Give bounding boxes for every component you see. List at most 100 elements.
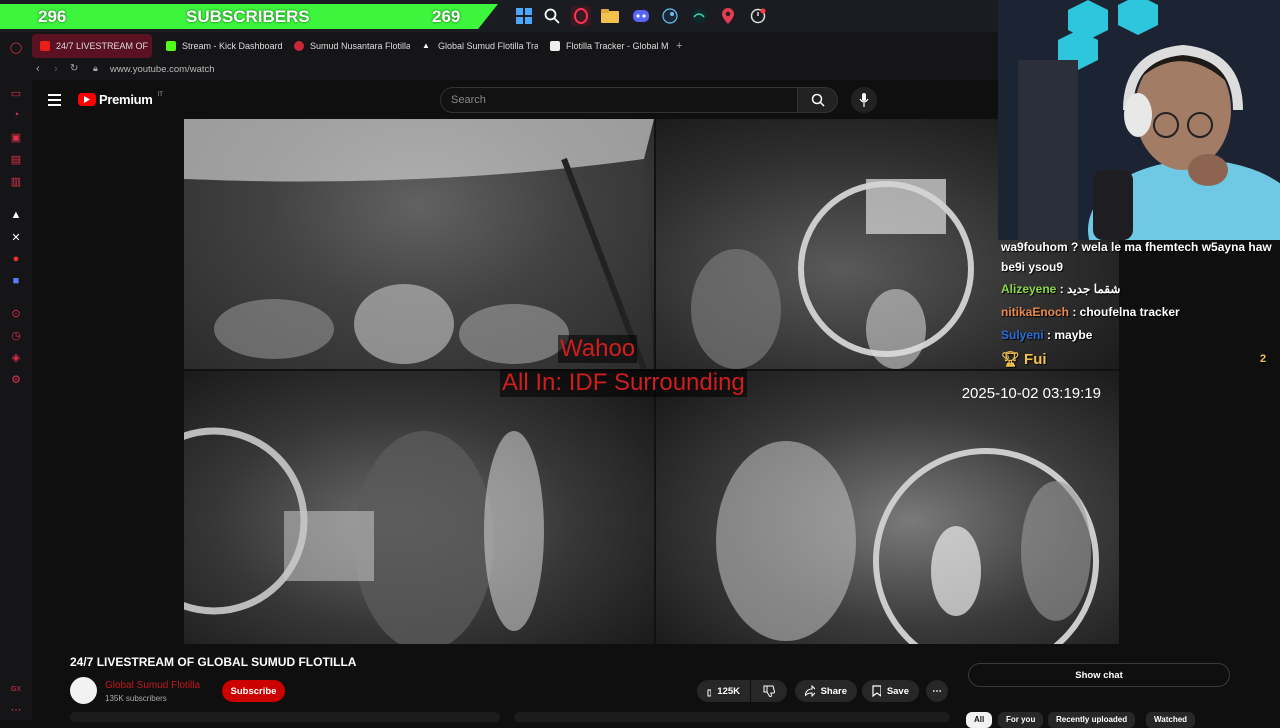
messenger-icon[interactable]: ▤ — [9, 152, 23, 166]
speed-dial-icon[interactable]: ◔ — [9, 108, 23, 122]
save-button[interactable]: Save — [862, 680, 919, 702]
camera-feed-3 — [184, 371, 654, 644]
clock-sidebar-icon[interactable]: ◷ — [9, 328, 23, 342]
top-chatter-name: Fui — [1024, 350, 1047, 368]
subscriber-left-count: 296 — [38, 7, 67, 26]
reload-icon[interactable]: ↻ — [70, 63, 78, 74]
camera-feed-4 — [656, 371, 1119, 644]
forward-icon[interactable]: › — [54, 63, 58, 75]
kick-icon[interactable]: ▲ — [9, 208, 23, 222]
chat-message: wa9fouhom ? wela le ma fhemtech w5ayna h… — [1001, 240, 1272, 254]
youtube-brand: Premium — [99, 92, 153, 107]
app-icon[interactable] — [689, 6, 709, 26]
bookmark-icon — [872, 685, 881, 697]
youtube-sidebar-icon[interactable]: ● — [9, 252, 23, 266]
opera-gx-icon[interactable] — [571, 6, 591, 26]
filter-chip-watched[interactable]: Watched — [1146, 712, 1196, 728]
chat-message: nitikaEnoch : choufelna tracker — [1001, 305, 1180, 319]
voice-search-button[interactable] — [851, 87, 877, 113]
channel-name[interactable]: Global Sumud Flotilla — [105, 680, 200, 691]
share-label: Share — [820, 685, 847, 697]
chat-overlay: wa9fouhom ? wela le ma fhemtech w5ayna h… — [998, 236, 1280, 372]
thumbs-down-icon — [763, 685, 775, 697]
chat-username: Sulyeni — [1001, 328, 1044, 342]
x-twitter-icon[interactable]: ✕ — [9, 230, 23, 244]
tab-global-sumud[interactable]: ▲ Global Sumud Flotilla Tra — [414, 34, 538, 58]
subscriber-counter-banner: 296 SUBSCRIBERS 269 — [0, 4, 498, 29]
settings-icon[interactable]: ⚙ — [9, 372, 23, 386]
clock-icon[interactable] — [748, 6, 768, 26]
subscriber-right-count: 269 — [432, 7, 461, 26]
filter-chip-for-you[interactable]: For you — [998, 712, 1044, 728]
country-code: IT — [157, 91, 163, 98]
history-icon[interactable]: ⊙ — [9, 306, 23, 320]
bag-icon[interactable]: ▣ — [9, 130, 23, 144]
windows-icon[interactable] — [514, 6, 534, 26]
search-input[interactable]: Search — [440, 87, 798, 113]
back-icon[interactable]: ‹ — [36, 63, 40, 75]
kick-favicon-icon — [166, 41, 176, 51]
description-box[interactable] — [70, 712, 500, 722]
more-icon: ⋯ — [932, 685, 942, 697]
chat-message: Sulyeni : maybe — [1001, 328, 1093, 342]
tab-sumud-nusantara[interactable]: Sumud Nusantara Flotilla — [286, 34, 410, 58]
tab-livestream[interactable]: 24/7 LIVESTREAM OF — [32, 34, 152, 58]
opera-logo-icon[interactable]: ◯ — [9, 40, 23, 54]
youtube-logo[interactable]: Premium IT — [78, 92, 163, 107]
more-actions-button[interactable]: ⋯ — [926, 680, 948, 702]
save-label: Save — [886, 685, 909, 697]
subscriber-count: 135K subscribers — [105, 694, 167, 703]
extension-icon[interactable]: ◈ — [9, 350, 23, 364]
twitch-icon[interactable]: ▭ — [9, 86, 23, 100]
tab-bar: 24/7 LIVESTREAM OF Stream - Kick Dashboa… — [32, 32, 998, 60]
discord-icon[interactable] — [631, 6, 651, 26]
chat-message: Alizeyene : شقما جديد — [1001, 282, 1121, 296]
chat-username: nitikaEnoch — [1001, 305, 1070, 319]
more-icon[interactable]: ⋯ — [9, 702, 23, 716]
tracker-favicon-icon — [550, 41, 560, 51]
browser-sidebar: ◯ ▭ ◔ ▣ ▤ ▥ ▲ ✕ ● ■ ⊙ ◷ ◈ ⚙ GX ⋯ — [0, 32, 32, 720]
tab-label: Flotilla Tracker - Global M — [566, 41, 668, 51]
sumud-favicon-icon — [294, 41, 304, 51]
share-icon — [805, 685, 815, 697]
lock-icon: 🔒︎ — [93, 63, 98, 73]
url-field[interactable]: www.youtube.com/watch — [110, 64, 215, 75]
new-tab-button[interactable]: + — [668, 34, 688, 58]
tab-label: Global Sumud Flotilla Tra — [438, 41, 538, 51]
show-chat-button[interactable]: Show chat — [968, 663, 1230, 687]
top-chatter-badge: 2 — [1260, 353, 1267, 365]
thumbs-up-icon — [707, 688, 712, 697]
video-player[interactable]: Wahoo All In: IDF Surrounding 2025-10-02… — [184, 119, 1119, 644]
news-icon[interactable]: ▥ — [9, 174, 23, 188]
share-button[interactable]: Share — [795, 680, 857, 702]
video-overlay-line2: All In: IDF Surrounding — [500, 369, 747, 397]
search-icon[interactable] — [542, 6, 562, 26]
like-button[interactable]: 125K — [697, 680, 750, 702]
filter-chip-recently-uploaded[interactable]: Recently uploaded — [1048, 712, 1136, 728]
gx-icon[interactable]: GX — [9, 682, 23, 696]
tab-flotilla-tracker[interactable]: Flotilla Tracker - Global M — [542, 34, 668, 58]
search-button[interactable] — [798, 87, 838, 113]
video-timestamp: 2025-10-02 03:19:19 — [961, 385, 1101, 402]
filter-chip-all[interactable]: All — [966, 712, 993, 728]
folder-icon[interactable] — [600, 6, 620, 26]
top-chatter: 🏆︎ Fui — [1001, 350, 1047, 369]
video-title: 24/7 LIVESTREAM OF GLOBAL SUMUD FLOTILLA — [70, 655, 357, 669]
maps-pin-icon[interactable] — [718, 6, 738, 26]
youtube-header: Premium IT Search — [32, 80, 998, 120]
youtube-play-icon — [78, 93, 96, 106]
address-bar: ‹ › ↻ 🔒︎ www.youtube.com/watch — [32, 60, 998, 80]
hamburger-menu-icon[interactable] — [48, 94, 61, 106]
dislike-button[interactable] — [751, 680, 787, 702]
steam-icon[interactable] — [660, 6, 680, 26]
subscribe-button[interactable]: Subscribe — [222, 680, 285, 702]
video-overlay-line1: Wahoo — [558, 335, 638, 363]
tab-kick-dashboard[interactable]: Stream - Kick Dashboard — [158, 34, 282, 58]
chat-replay-box[interactable] — [514, 712, 950, 722]
shield-icon[interactable]: ■ — [9, 274, 23, 288]
like-count: 125K — [717, 685, 740, 697]
youtube-favicon-icon — [40, 41, 50, 51]
avatar[interactable] — [70, 677, 97, 704]
microphone-icon — [859, 93, 869, 107]
trophy-icon: 🏆︎ — [1001, 351, 1021, 368]
